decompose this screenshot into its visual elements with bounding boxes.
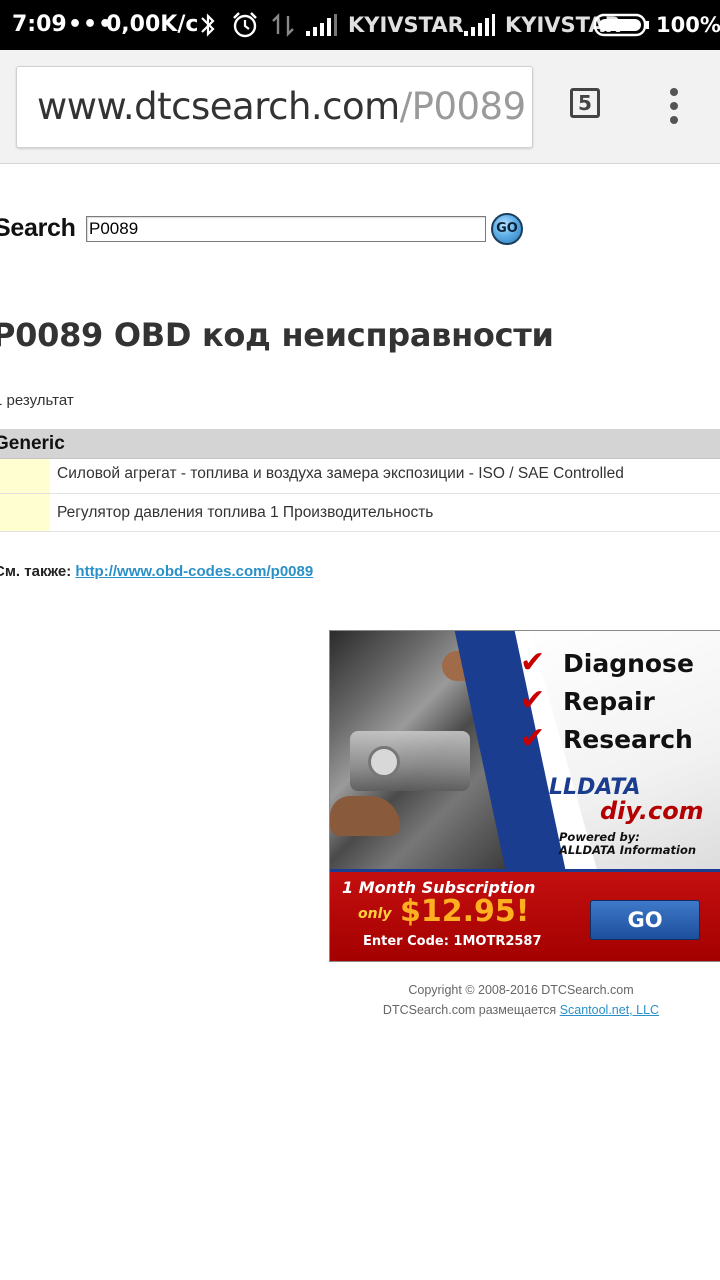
row-description: Регулятор давления топлива 1 Производите…: [57, 504, 434, 521]
table-header: Generic: [0, 429, 720, 459]
table-row: Регулятор давления топлива 1 Производите…: [0, 494, 720, 532]
browser-toolbar: www.dtcsearch.com/P0089 5: [0, 50, 720, 164]
ad-price: $12.95!: [400, 894, 530, 929]
powered-line-2: ALLDATA Information: [559, 843, 697, 857]
ad-item-research: Research: [563, 725, 693, 754]
ad-offer: 1 Month Subscription only $12.95! Enter …: [330, 869, 720, 961]
scantool-link[interactable]: Scantool.net, LLC: [560, 1003, 659, 1017]
page-content: Search GO P0089 OBD код неисправности 1 …: [0, 164, 720, 1280]
alarm-icon: [233, 12, 257, 38]
check-icon: ✔: [520, 683, 546, 718]
ad-item-repair: Repair: [563, 687, 655, 716]
search-input[interactable]: [86, 216, 486, 242]
row-code-cell: [0, 494, 50, 531]
page-title: P0089 OBD код неисправности: [0, 316, 554, 354]
check-icon: ✔: [520, 645, 546, 680]
url-host: www.dtcsearch.com: [37, 85, 400, 128]
go-button[interactable]: GO: [491, 213, 523, 245]
row-description: Силовой агрегат - топлива и воздуха заме…: [57, 465, 624, 482]
ad-go-button[interactable]: GO: [590, 900, 700, 940]
status-bar: 7:09 ••• 0,00K/c KYIVSTAR KYIVSTAR 100%: [0, 0, 720, 50]
address-bar[interactable]: www.dtcsearch.com/P0089: [16, 66, 533, 148]
result-count: 1 результат: [0, 392, 74, 409]
url-path: /P0089: [399, 85, 526, 128]
hosted-prefix: DTCSearch.com размещается: [382, 1003, 557, 1017]
signal-icon: [306, 14, 337, 36]
alldata-diy-logo: diy.com: [600, 797, 704, 825]
search-label: Search: [0, 214, 76, 242]
see-also: См. также: http://www.obd-codes.com/p008…: [0, 563, 313, 580]
battery-icon: [593, 13, 649, 37]
url-text: www.dtcsearch.com/P0089: [37, 67, 526, 147]
bluetooth-icon: [201, 13, 215, 37]
status-time: 7:09: [12, 12, 67, 37]
carrier-1: KYIVSTAR: [348, 13, 464, 37]
footer: Copyright © 2008-2016 DTCSearch.com DTCS…: [336, 980, 706, 1020]
hosted-line: DTCSearch.com размещается Scantool.net, …: [336, 1000, 706, 1020]
ad-item-diagnose: Diagnose: [563, 649, 694, 678]
battery-percent: 100%: [656, 13, 720, 37]
ad-promo-code: Enter Code: 1MOTR2587: [363, 934, 542, 949]
check-icon: ✔: [520, 721, 546, 756]
ad-only: only: [358, 906, 392, 922]
results-table: Generic Силовой агрегат - топлива и возд…: [0, 429, 720, 532]
table-row: Силовой агрегат - топлива и воздуха заме…: [0, 459, 720, 494]
alldata-ad-banner[interactable]: ✔ Diagnose ✔ Repair ✔ Research ALLDATA d…: [329, 630, 720, 962]
see-also-label: См. также:: [0, 563, 72, 580]
tab-switcher-button[interactable]: 5: [570, 88, 600, 118]
copyright: Copyright © 2008-2016 DTCSearch.com: [408, 983, 634, 997]
more-vert-icon[interactable]: [664, 88, 684, 124]
data-transfer-icon: [272, 13, 294, 37]
status-net-speed: 0,00K/c: [106, 12, 199, 37]
row-code-cell: [0, 459, 50, 493]
signal-icon-2: [464, 14, 495, 36]
powered-by: Powered by: ALLDATA Information: [559, 831, 696, 857]
see-also-link[interactable]: http://www.obd-codes.com/p0089: [75, 563, 313, 580]
